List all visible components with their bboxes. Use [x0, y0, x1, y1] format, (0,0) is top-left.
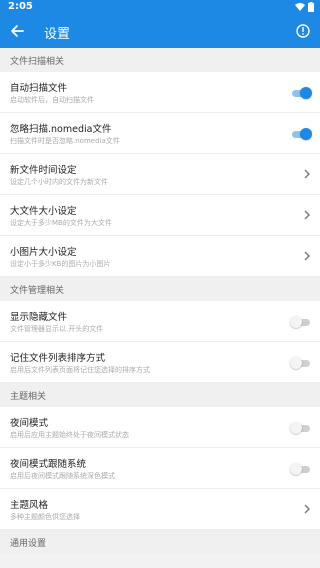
setting-title: 主题风格 [10, 500, 49, 511]
show-hidden-toggle[interactable] [290, 316, 312, 328]
setting-title: 显示隐藏文件 [10, 312, 68, 323]
info-button[interactable] [292, 20, 314, 42]
page-title: 设置 [44, 27, 71, 42]
chevron-right-icon [304, 210, 310, 220]
chevron-right-icon [304, 169, 310, 179]
wifi-icon [295, 3, 305, 11]
setting-subtitle: 设定小于多少KB的图片为小图片 [10, 260, 111, 268]
setting-title: 自动扫描文件 [10, 83, 68, 94]
setting-subtitle: 启用后应用主题始终处于夜间模式状态 [10, 431, 129, 439]
setting-large-file-size[interactable]: 大文件大小设定 设定大于多少MB的文件为大文件 [0, 195, 320, 236]
night-follow-system-toggle[interactable] [290, 463, 312, 475]
section-header-theme: 主题相关 [0, 383, 320, 407]
setting-subtitle: 启用后文件列表页面将记住您选择的排序方式 [10, 366, 150, 374]
setting-ignore-nomedia[interactable]: 忽略扫描.nomedia文件 扫描文件时是否忽略.nomedia文件 [0, 113, 320, 154]
setting-subtitle: 启动软件后，自动扫描文件 [10, 96, 94, 104]
section-header-general: 通用设置 [0, 530, 320, 554]
setting-new-file-time[interactable]: 新文件时间设定 设定几个小时内的文件为新文件 [0, 154, 320, 195]
back-button[interactable] [6, 20, 28, 42]
remember-sort-toggle[interactable] [290, 357, 312, 369]
settings-list: 文件扫描相关 自动扫描文件 启动软件后，自动扫描文件 忽略扫描.nomedia文… [0, 48, 320, 554]
battery-icon [308, 2, 314, 12]
section-header-file-scan: 文件扫描相关 [0, 48, 320, 72]
ignore-nomedia-toggle[interactable] [290, 128, 312, 140]
status-time: 2:05 [8, 1, 33, 12]
setting-title: 夜间模式 [10, 418, 49, 429]
status-bar: 2:05 [0, 0, 320, 15]
setting-subtitle: 多种主题颜色供您选择 [10, 513, 80, 521]
setting-small-image-size[interactable]: 小图片大小设定 设定小于多少KB的图片为小图片 [0, 236, 320, 277]
setting-subtitle: 文件管理器显示以.开头的文件 [10, 325, 104, 333]
setting-night-mode[interactable]: 夜间模式 启用后应用主题始终处于夜间模式状态 [0, 407, 320, 448]
setting-subtitle: 设定大于多少MB的文件为大文件 [10, 219, 112, 227]
setting-theme-style[interactable]: 主题风格 多种主题颜色供您选择 [0, 489, 320, 530]
setting-title: 小图片大小设定 [10, 247, 77, 258]
setting-auto-scan[interactable]: 自动扫描文件 启动软件后，自动扫描文件 [0, 72, 320, 113]
setting-title: 夜间模式跟随系统 [10, 459, 87, 470]
setting-title: 记住文件列表排序方式 [10, 353, 106, 364]
auto-scan-toggle[interactable] [290, 87, 312, 99]
chevron-right-icon [304, 504, 310, 514]
setting-remember-sort[interactable]: 记住文件列表排序方式 启用后文件列表页面将记住您选择的排序方式 [0, 342, 320, 383]
status-icons [295, 2, 314, 12]
arrow-left-icon [11, 25, 24, 37]
setting-show-hidden[interactable]: 显示隐藏文件 文件管理器显示以.开头的文件 [0, 301, 320, 342]
night-mode-toggle[interactable] [290, 422, 312, 434]
setting-subtitle: 设定几个小时内的文件为新文件 [10, 178, 108, 186]
chevron-right-icon [304, 251, 310, 261]
setting-title: 新文件时间设定 [10, 165, 77, 176]
setting-subtitle: 扫描文件时是否忽略.nomedia文件 [10, 137, 120, 145]
setting-title: 大文件大小设定 [10, 206, 77, 217]
setting-subtitle: 启用后夜间模式跟随系统深色模式 [10, 472, 115, 480]
section-header-file-manage: 文件管理相关 [0, 277, 320, 301]
app-bar: 设置 [0, 15, 320, 48]
setting-night-follow-system[interactable]: 夜间模式跟随系统 启用后夜间模式跟随系统深色模式 [0, 448, 320, 489]
setting-title: 忽略扫描.nomedia文件 [10, 124, 112, 135]
info-icon [296, 24, 310, 38]
